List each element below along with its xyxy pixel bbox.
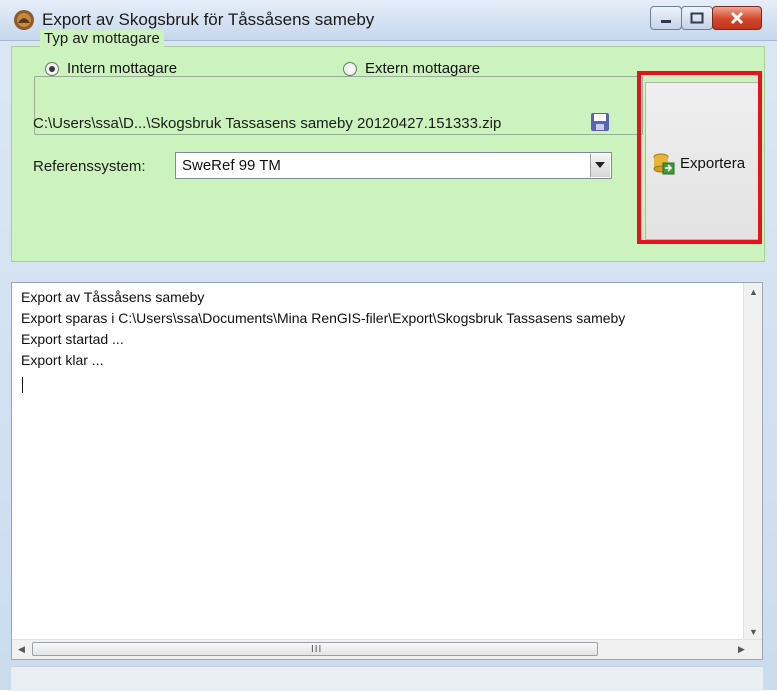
recipient-group-legend: Typ av mottagare (40, 30, 164, 47)
text-caret (22, 377, 23, 393)
status-bar (11, 666, 763, 691)
save-icon[interactable] (590, 112, 610, 132)
reference-system-select[interactable]: SweRef 99 TM (175, 152, 612, 179)
chevron-down-icon (595, 162, 605, 168)
radio-dot-unselected[interactable] (343, 61, 357, 76)
dropdown-button[interactable] (590, 154, 610, 177)
scroll-right-icon[interactable]: ▶ (738, 644, 745, 655)
horizontal-scroll-thumb[interactable]: III (32, 642, 598, 656)
scroll-down-icon[interactable]: ▼ (749, 627, 758, 637)
scroll-grip: III (311, 644, 323, 655)
export-button-label: Exportera (680, 155, 746, 172)
log-line: Export sparas i C:\Users\ssa\Documents\M… (21, 310, 626, 326)
vertical-scrollbar[interactable]: ▲ ▼ (743, 283, 762, 641)
app-icon (14, 10, 34, 30)
radio-intern-recipient[interactable]: Intern mottagare (45, 60, 177, 77)
database-export-icon (653, 153, 675, 175)
reference-system-label: Referenssystem: (33, 158, 146, 175)
export-window: Export av Skogsbruk för Tåssåsens sameby… (0, 0, 777, 691)
close-button[interactable] (712, 6, 762, 30)
radio-dot-selected[interactable] (45, 61, 59, 76)
maximize-button[interactable] (681, 6, 713, 30)
window-title: Export av Skogsbruk för Tåssåsens sameby (42, 10, 375, 29)
log-line: Export av Tåssåsens sameby (21, 289, 205, 305)
radio-extern-label: Extern mottagare (365, 60, 481, 77)
radio-extern-recipient[interactable]: Extern mottagare (343, 60, 480, 77)
horizontal-scrollbar[interactable]: ◀ III ▶ (12, 639, 762, 659)
log-line: Export startad ... (21, 331, 124, 347)
minimize-button[interactable] (650, 6, 682, 30)
scroll-up-icon[interactable]: ▲ (749, 287, 758, 297)
log-textarea[interactable]: Export av Tåssåsens sameby Export sparas… (11, 282, 763, 660)
radio-intern-label: Intern mottagare (67, 60, 178, 77)
scroll-left-icon[interactable]: ◀ (18, 644, 25, 655)
log-line: Export klar ... (21, 352, 104, 368)
reference-system-value: SweRef 99 TM (182, 157, 281, 174)
output-file-path: C:\Users\ssa\D...\Skogsbruk Tassasens sa… (33, 115, 502, 132)
